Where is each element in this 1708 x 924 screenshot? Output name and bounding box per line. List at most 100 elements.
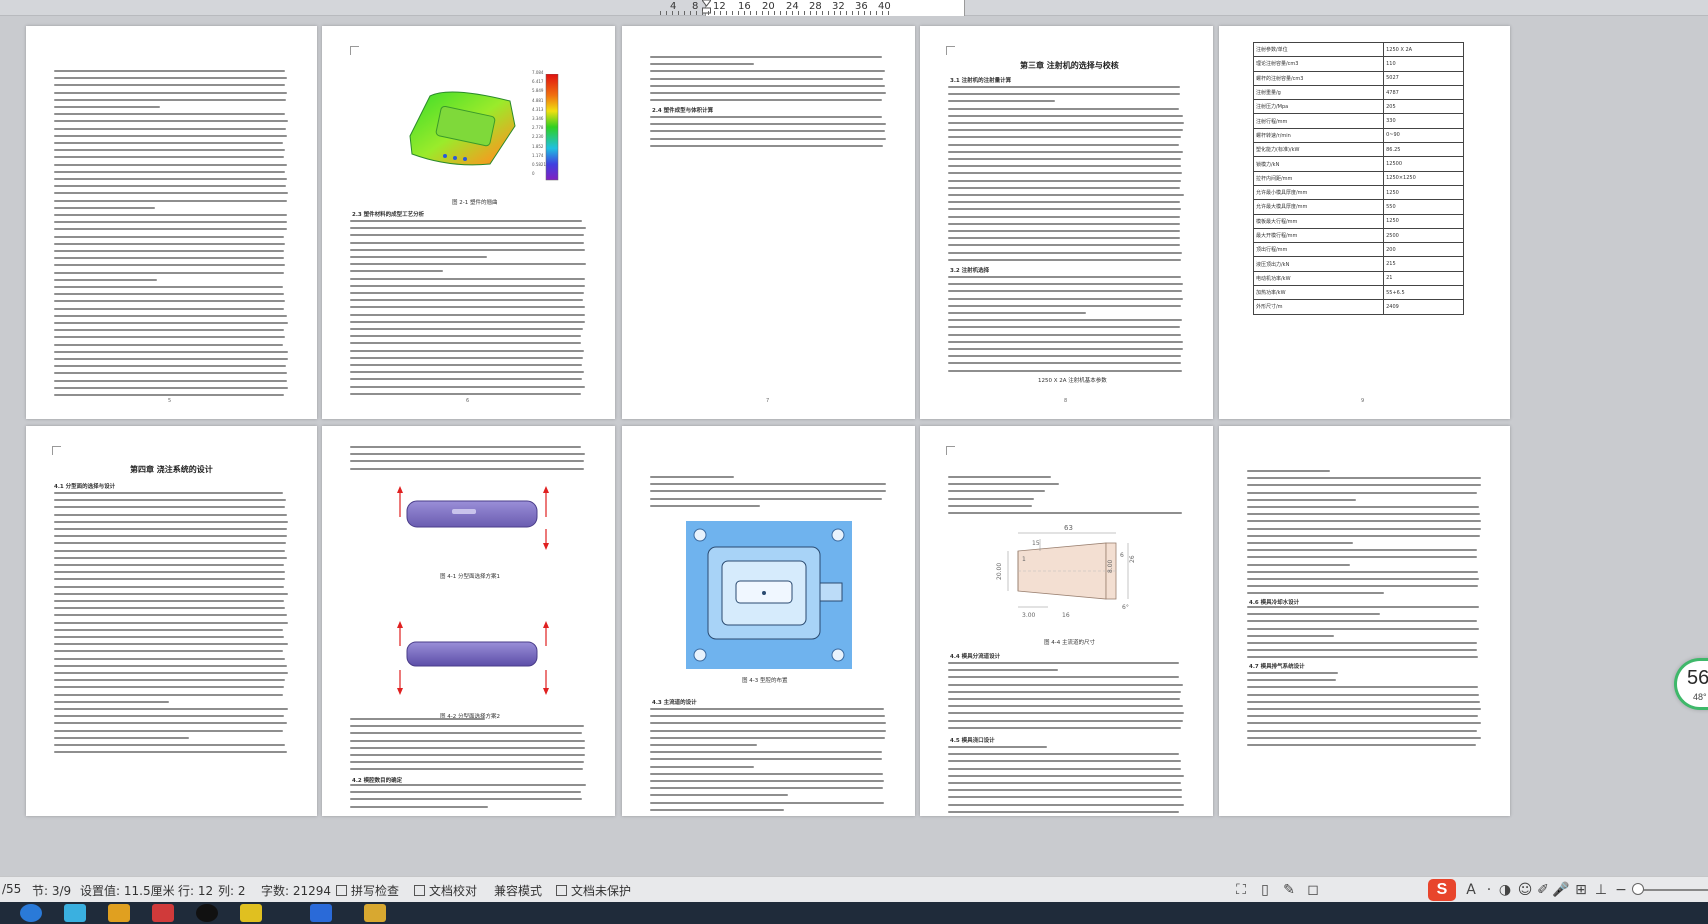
font-icon[interactable]: A	[1462, 881, 1480, 899]
text-line	[54, 492, 284, 494]
emoji-icon[interactable]: ☺	[1516, 881, 1534, 899]
text-line	[650, 780, 885, 782]
document-page[interactable]: 图 4-1 分型面选择方案1 图 4-2 分型面选择方案2 4.2 模腔数目的确…	[322, 426, 615, 816]
contrast-icon[interactable]: ◑	[1496, 881, 1514, 899]
text-line	[54, 278, 158, 281]
zoom-slider-handle[interactable]	[1632, 883, 1644, 895]
mic-icon[interactable]: 🎤	[1552, 881, 1570, 899]
document-page[interactable]: 2.4 塑件成型与体积计算 7	[622, 26, 915, 419]
spell-check-button[interactable]: 拼写检查	[336, 882, 399, 899]
text-line	[948, 796, 1182, 799]
document-page[interactable]: 7.084 6.417 5.849 4.881 4.313 3.346 2.77…	[322, 26, 615, 419]
section-heading: 3.1 注射机的注射量计算	[950, 78, 1012, 84]
table-cell: 110	[1383, 56, 1464, 72]
text-line	[350, 263, 586, 266]
table-cell: 21	[1383, 270, 1464, 287]
setting-value[interactable]: 设置值: 11.5厘米	[80, 882, 175, 899]
doc-protect-button[interactable]: 文档未保护	[556, 882, 631, 899]
read-mode-icon[interactable]: ▯	[1256, 881, 1274, 899]
zoom-slider[interactable]	[1640, 889, 1708, 891]
ruler-tick	[810, 11, 811, 15]
ruler-tick	[768, 11, 769, 15]
table-row: 电动机功率/kW 21	[1252, 270, 1464, 287]
ruler-number: 36	[855, 1, 868, 12]
parting-surface-figure-2	[397, 621, 549, 695]
word-count[interactable]: 字数: 21294	[261, 882, 331, 899]
corner-mark	[946, 446, 955, 455]
text-line	[350, 385, 585, 388]
text-line	[54, 571, 285, 574]
document-page[interactable]: 第四章 浇注系统的设计 4.1 分型面的选择与设计	[26, 426, 317, 816]
text-line	[1247, 729, 1478, 732]
ruler-tick	[888, 11, 889, 15]
text-line	[650, 490, 886, 493]
wps-logo-icon[interactable]: S	[1428, 879, 1456, 901]
document-proof-button[interactable]: 文档校对	[414, 882, 477, 899]
text-line	[948, 136, 1181, 139]
document-page[interactable]: 图 4-3 型腔的布置 4.3 主流道的设计	[622, 426, 915, 816]
app-icon-6[interactable]	[310, 904, 332, 922]
app-icon-1[interactable]	[64, 904, 86, 922]
text-line	[1247, 578, 1480, 580]
text-line	[650, 729, 886, 732]
text-line	[650, 765, 755, 768]
document-page[interactable]: 注射参数/单位 1250 X 2A 理论注射容量/cm3 110 螺杆的注射容量/cm3…	[1219, 26, 1510, 419]
text-line	[54, 715, 285, 718]
text-line	[350, 805, 488, 808]
document-page[interactable]: 4.6 模具冷却水设计 4.7 模具排气系统设计	[1219, 426, 1510, 816]
text-line	[650, 801, 884, 804]
svg-text:6: 6	[1120, 552, 1124, 559]
text-line	[350, 460, 585, 463]
text-line	[350, 284, 585, 287]
ruler-tick	[696, 11, 697, 15]
text-line	[54, 250, 285, 252]
text-line	[350, 248, 585, 251]
app-icon-5[interactable]	[240, 904, 262, 922]
ruler-tick	[708, 11, 709, 15]
document-workspace[interactable]: 5 7.084 6.417 5.849 4.881 4.313 3.346 2.…	[0, 16, 1708, 876]
text-line	[54, 578, 286, 581]
table-cell: 4787	[1383, 84, 1464, 101]
table-cell: 55+6.5	[1383, 285, 1464, 301]
indent-marker-icon[interactable]	[702, 0, 711, 14]
grid-icon[interactable]: ⊞	[1572, 881, 1590, 899]
text-line	[650, 744, 758, 746]
document-page[interactable]: 5	[26, 26, 317, 419]
section-indicator[interactable]: 节: 3/9	[32, 882, 71, 899]
text-line	[948, 726, 1181, 729]
folder-icon[interactable]	[364, 904, 386, 922]
zoom-out-icon[interactable]: −	[1612, 881, 1630, 899]
text-line	[948, 208, 1181, 211]
app-icon-3[interactable]	[152, 904, 174, 922]
text-line	[350, 342, 582, 345]
floating-monitor-widget[interactable]: 56 48°	[1674, 658, 1708, 710]
table-cell: 1250 X 2A	[1383, 41, 1464, 58]
edge-browser-icon[interactable]	[20, 904, 42, 922]
text-line	[54, 729, 284, 732]
horizontal-ruler[interactable]: 4 8 12 16 20 24 28 32 36 40	[0, 0, 1708, 16]
shirt-icon[interactable]: ⊥	[1592, 881, 1610, 899]
pen-icon[interactable]: ✐	[1534, 881, 1552, 899]
text-line	[650, 476, 735, 478]
section-heading: 4.5 模具浇口设计	[950, 738, 995, 744]
document-page[interactable]: 63 15 1 3.00 16 20.00 8.00 26 6 6° 图 4-4…	[920, 426, 1213, 816]
text-line	[54, 679, 285, 682]
text-line	[948, 333, 1181, 336]
page-count[interactable]: /55	[2, 882, 21, 896]
text-line	[948, 237, 1181, 240]
text-line	[54, 528, 287, 530]
document-page[interactable]: 第三章 注射机的选择与校核 3.1 注射机的注射量计算 3.2 注射机选择 12…	[920, 26, 1213, 419]
fullscreen-icon[interactable]: ⛶	[1232, 881, 1250, 899]
text-line	[948, 304, 1182, 307]
web-layout-icon[interactable]: ◻	[1304, 881, 1322, 899]
text-line	[350, 768, 583, 771]
text-line	[1247, 672, 1338, 674]
app-icon-2[interactable]	[108, 904, 130, 922]
text-line	[350, 220, 583, 222]
text-line	[54, 235, 285, 238]
qq-icon[interactable]	[196, 904, 218, 922]
ruler-tick	[690, 11, 691, 15]
text-line	[948, 705, 1183, 708]
edit-icon[interactable]: ✎	[1280, 881, 1298, 899]
text-line	[650, 708, 885, 710]
